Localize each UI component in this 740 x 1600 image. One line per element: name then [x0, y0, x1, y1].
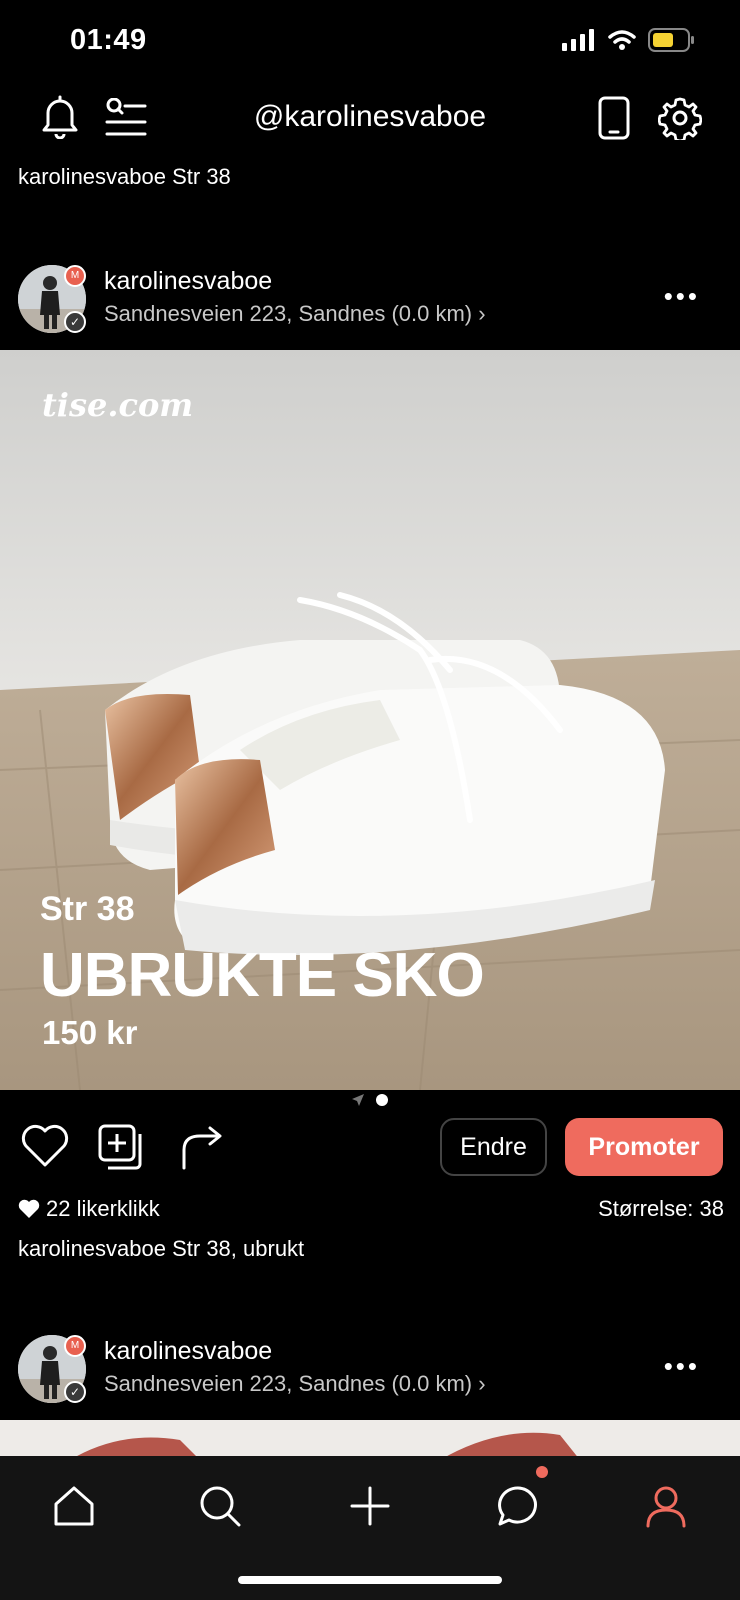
more-options-icon[interactable]: ••• — [664, 1351, 700, 1382]
image-pager — [0, 1094, 740, 1106]
chat-icon[interactable] — [488, 1476, 548, 1536]
post-header: M ✓ karolinesvaboe Sandnesveien 223, San… — [0, 265, 740, 345]
likes-row[interactable]: 22 likerklikk — [18, 1196, 160, 1222]
home-indicator — [238, 1576, 502, 1584]
edit-button[interactable]: Endre — [440, 1118, 547, 1176]
more-options-icon[interactable]: ••• — [664, 281, 700, 312]
notification-dot — [536, 1466, 548, 1478]
verified-check-icon: ✓ — [64, 311, 86, 333]
watermark: tise.com — [42, 386, 194, 424]
member-badge: M — [64, 1335, 86, 1357]
settings-gear-icon[interactable] — [656, 94, 704, 142]
likes-count: 22 likerklikk — [46, 1196, 160, 1221]
post-location[interactable]: Sandnesveien 223, Sandnes (0.0 km) › — [104, 301, 486, 327]
status-icons — [562, 28, 696, 52]
image-price: 150 kr — [42, 1014, 138, 1051]
post-header: M ✓ karolinesvaboe Sandnesveien 223, San… — [0, 1335, 740, 1415]
next-product-image[interactable] — [0, 1420, 740, 1460]
image-size-text: Str 38 — [40, 890, 135, 928]
phone-icon[interactable] — [594, 94, 634, 142]
signal-icon — [562, 29, 594, 51]
wifi-icon — [608, 30, 636, 50]
post-location[interactable]: Sandnesveien 223, Sandnes (0.0 km) › — [104, 1371, 486, 1397]
post-username[interactable]: karolinesvaboe — [104, 267, 272, 296]
pager-dot-active — [376, 1094, 388, 1106]
status-time: 01:49 — [70, 24, 147, 56]
product-image[interactable]: tise.com Str 38 UBRUKTE SKO 150 kr — [0, 350, 740, 1090]
location-arrow-icon — [352, 1094, 364, 1106]
home-icon[interactable] — [44, 1476, 104, 1536]
image-title: UBRUKTE SKO — [40, 941, 485, 1010]
heart-filled-icon — [18, 1199, 40, 1218]
promote-button[interactable]: Promoter — [565, 1118, 723, 1176]
size-label: Størrelse: 38 — [598, 1196, 724, 1221]
profile-caption: karolinesvaboe Str 38 — [18, 164, 231, 189]
status-bar: 01:49 — [0, 0, 740, 84]
post-description: karolinesvaboe Str 38, ubrukt — [18, 1236, 305, 1261]
add-collection-icon[interactable] — [98, 1124, 146, 1175]
search-icon[interactable] — [190, 1476, 250, 1536]
post-username[interactable]: karolinesvaboe — [104, 1337, 272, 1366]
share-arrow-icon[interactable] — [180, 1124, 226, 1175]
plus-icon[interactable] — [340, 1476, 400, 1536]
post-action-bar: Endre Promoter — [0, 1114, 740, 1184]
member-badge: M — [64, 265, 86, 287]
top-navigation: @karolinesvaboe — [0, 84, 740, 154]
profile-icon[interactable] — [636, 1476, 696, 1536]
battery-icon — [648, 28, 694, 52]
heart-icon[interactable] — [20, 1124, 70, 1173]
verified-check-icon: ✓ — [64, 1381, 86, 1403]
